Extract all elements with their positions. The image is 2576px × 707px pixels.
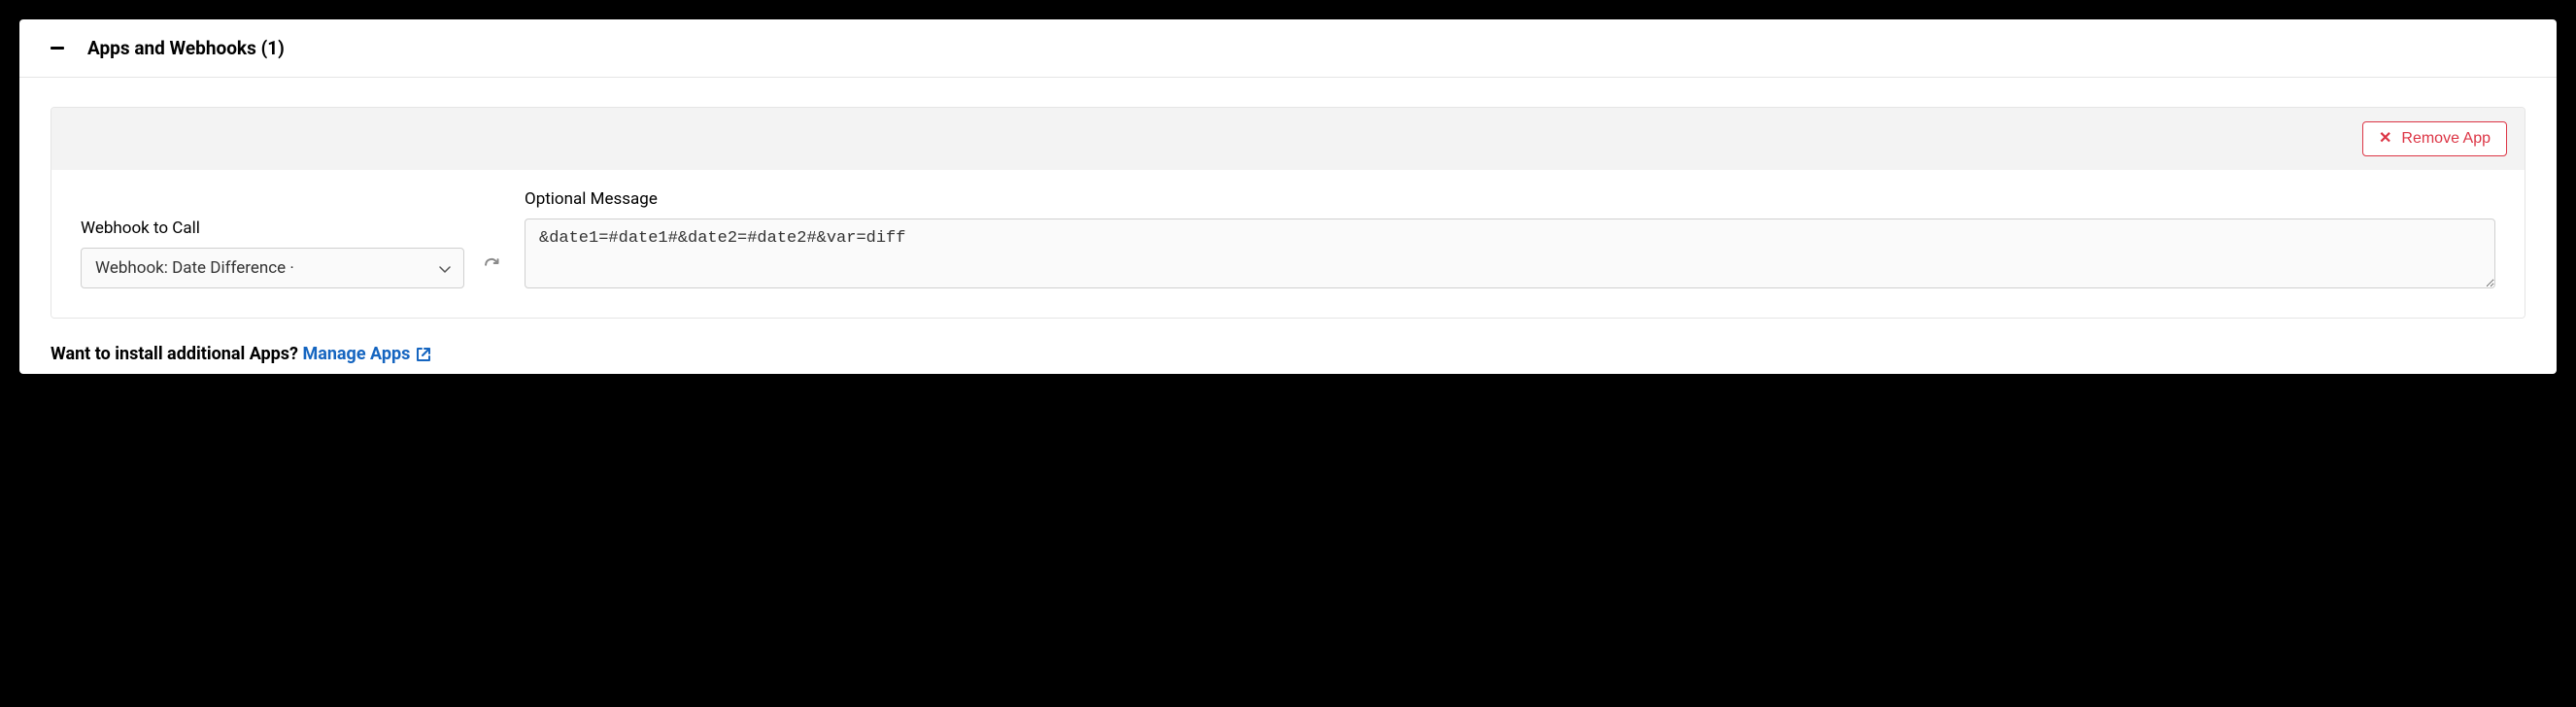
card-header: ✕ Remove App <box>51 108 2525 170</box>
app-card: ✕ Remove App Webhook to Call Webhook: Da… <box>51 107 2525 319</box>
collapse-icon[interactable] <box>51 47 64 50</box>
message-label: Optional Message <box>525 189 2495 209</box>
panel: Apps and Webhooks (1) ✕ Remove App Webho… <box>19 19 2557 374</box>
webhook-select[interactable]: Webhook: Date Difference · <box>81 248 464 288</box>
webhook-field: Webhook to Call Webhook: Date Difference… <box>81 219 464 288</box>
manage-apps-label: Manage Apps <box>302 344 410 364</box>
card-body: Webhook to Call Webhook: Date Difference… <box>51 170 2525 318</box>
webhook-field-group: Webhook to Call Webhook: Date Difference… <box>81 189 501 288</box>
section-title: Apps and Webhooks (1) <box>87 37 285 59</box>
close-icon: ✕ <box>2379 131 2391 147</box>
footer-question: Want to install additional Apps? <box>51 344 302 364</box>
message-textarea[interactable] <box>525 219 2495 288</box>
webhook-select-wrapper: Webhook: Date Difference · <box>81 248 464 288</box>
manage-apps-link[interactable]: Manage Apps <box>302 344 431 364</box>
external-link-icon <box>416 347 431 362</box>
refresh-icon[interactable] <box>482 255 501 279</box>
remove-app-label: Remove App <box>2401 130 2491 148</box>
footer: Want to install additional Apps? Manage … <box>19 319 2557 374</box>
section-header[interactable]: Apps and Webhooks (1) <box>19 19 2557 78</box>
content: ✕ Remove App Webhook to Call Webhook: Da… <box>19 78 2557 319</box>
message-field: Optional Message <box>525 189 2495 288</box>
webhook-label: Webhook to Call <box>81 219 464 238</box>
remove-app-button[interactable]: ✕ Remove App <box>2362 121 2507 156</box>
